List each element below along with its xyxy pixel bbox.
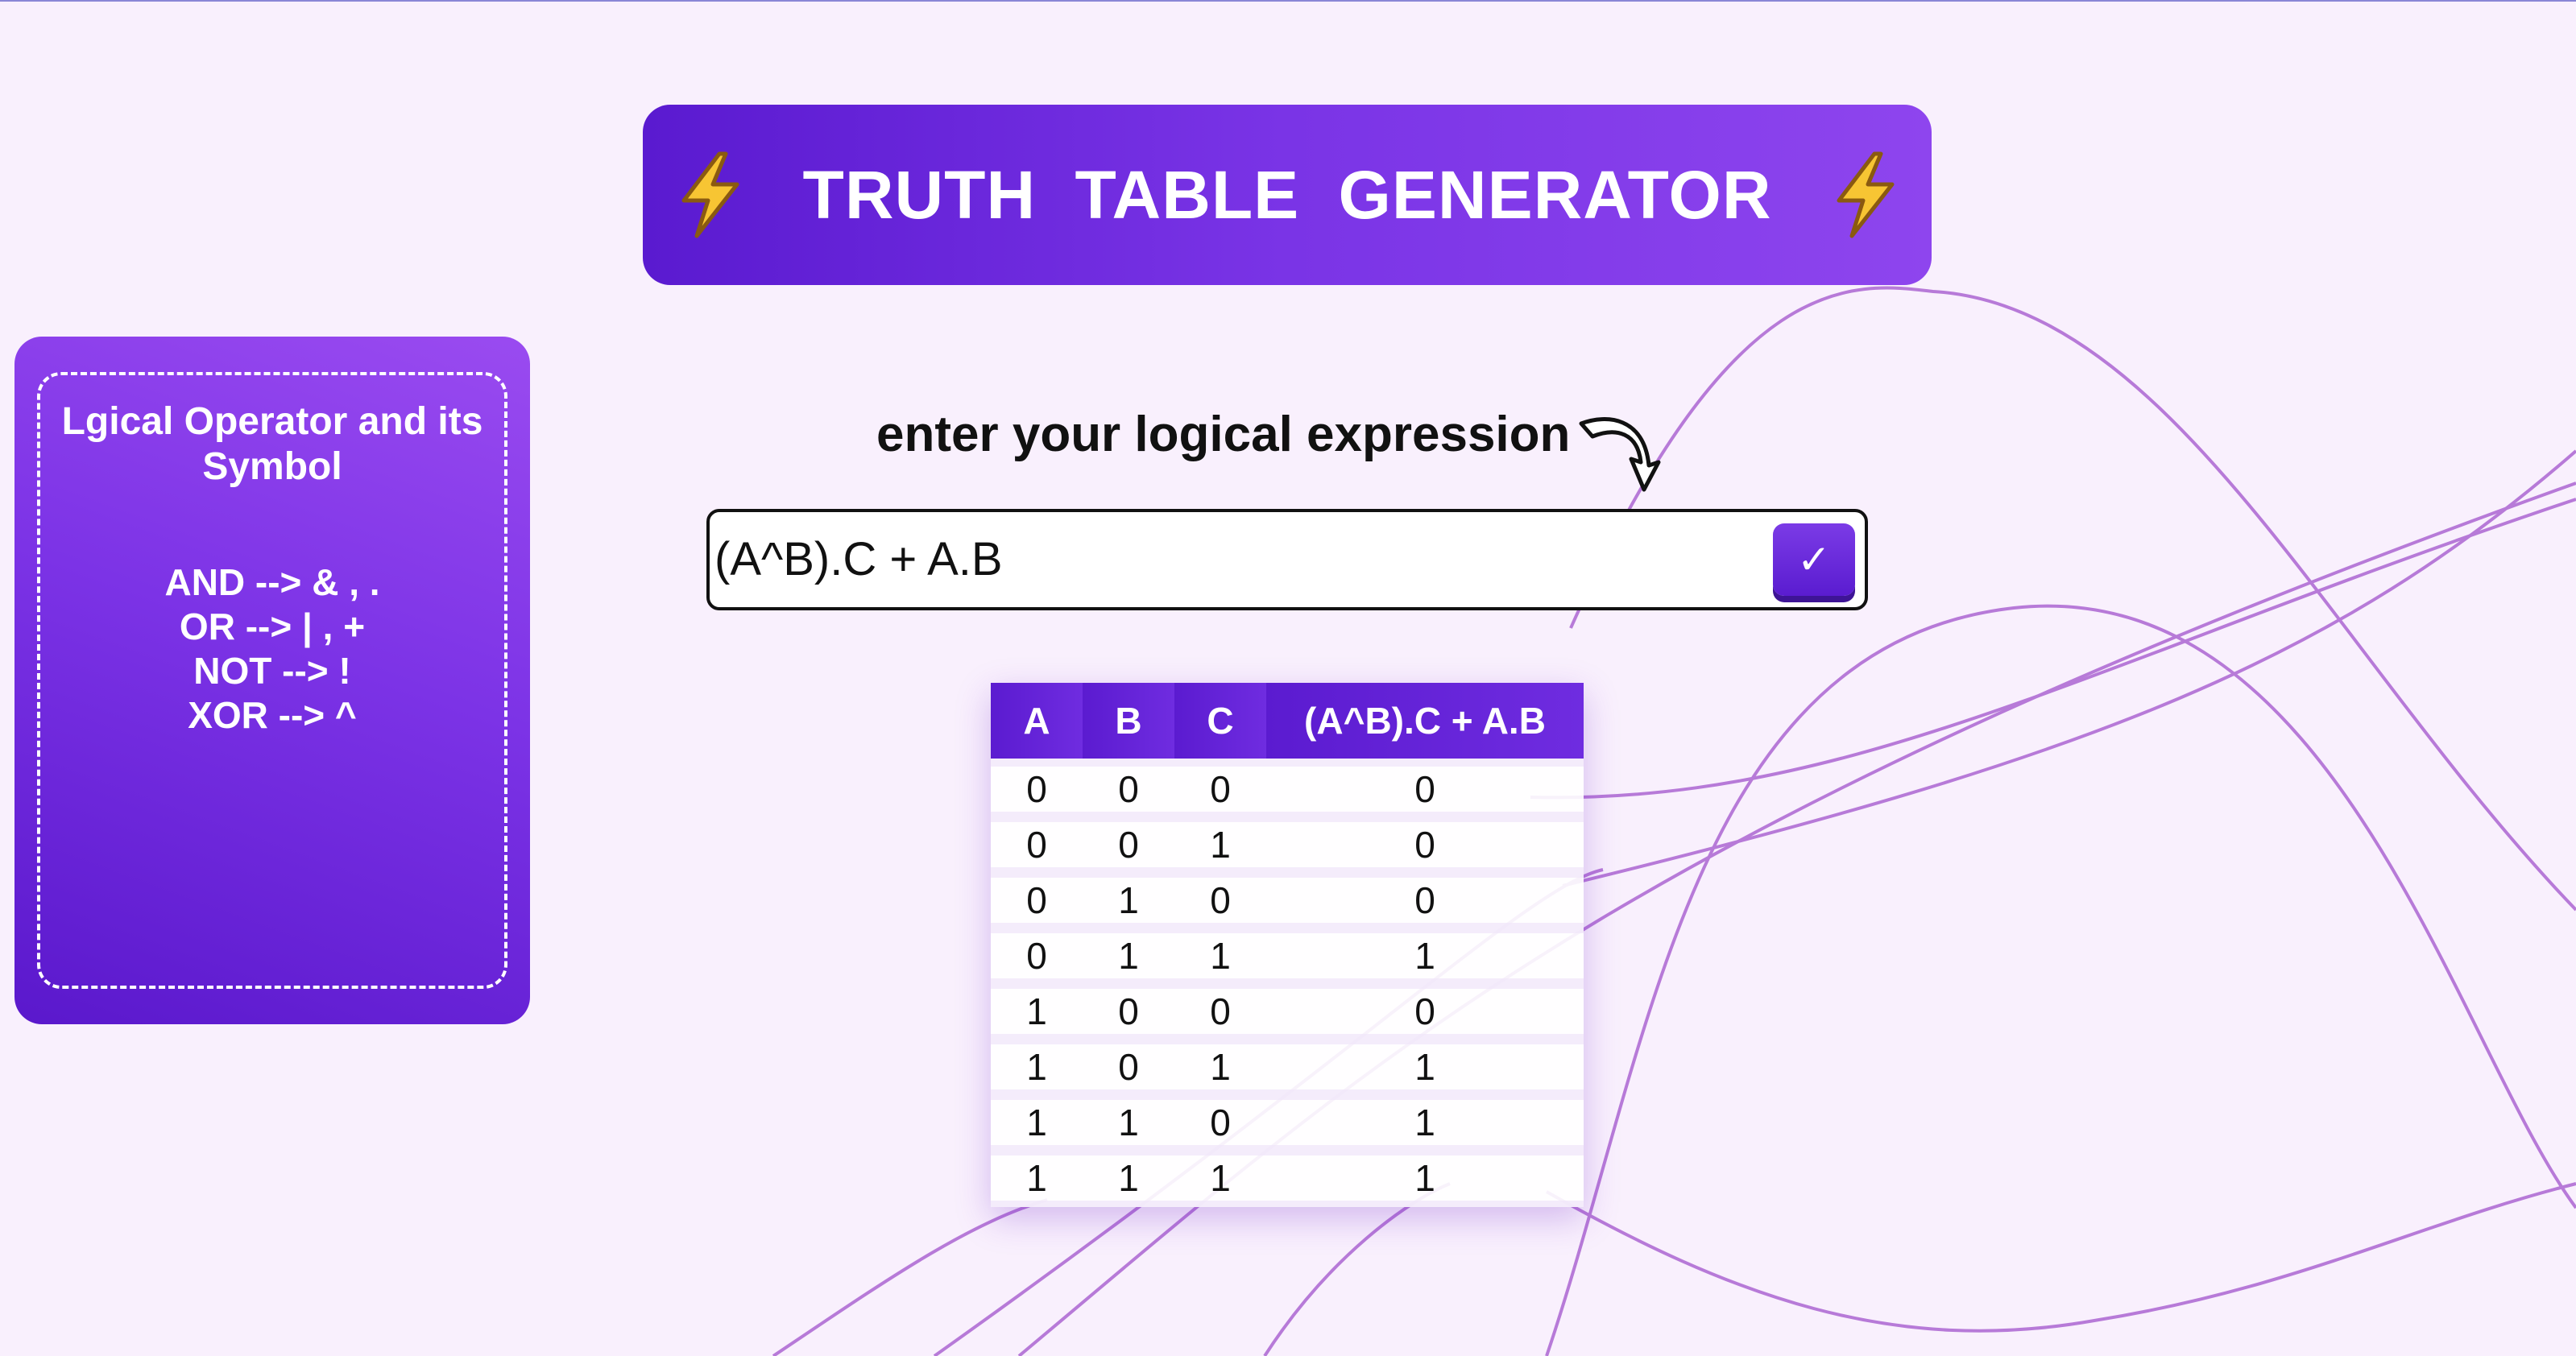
table-header-row: A B C (A^B).C + A.B [991,683,1584,759]
table-cell: 0 [1266,822,1584,878]
table-cell: 1 [1174,1044,1266,1100]
table-cell: 1 [1083,933,1174,989]
table-cell: 1 [991,1155,1083,1207]
operator-and: AND --> & , . [164,561,380,603]
curved-arrow-down-icon [1579,417,1661,492]
table-cell: 0 [991,933,1083,989]
table-cell: 1 [1083,878,1174,933]
title-banner: TRUTH TABLE GENERATOR [643,105,1932,285]
table-cell: 1 [1083,1100,1174,1155]
expression-form: ✓ [706,509,1868,610]
table-row: 0 0 0 0 [991,759,1584,822]
table-cell: 0 [991,878,1083,933]
checkmark-icon: ✓ [1797,537,1831,582]
table-row: 0 0 1 0 [991,822,1584,878]
table-row: 1 1 1 1 [991,1155,1584,1207]
operators-list: AND --> & , . OR --> | , + NOT --> ! XOR… [53,560,491,738]
table-cell: 1 [991,989,1083,1044]
table-cell: 0 [1083,759,1174,822]
table-cell: 0 [991,759,1083,822]
operators-card-title: Lgical Operator and its Symbol [61,400,483,488]
table-cell: 1 [1083,1155,1174,1207]
submit-button[interactable]: ✓ [1773,523,1855,596]
table-row: 0 1 1 1 [991,933,1584,989]
expression-input[interactable] [714,519,1681,599]
table-cell: 0 [1083,989,1174,1044]
table-cell: 1 [1174,933,1266,989]
column-header-expression: (A^B).C + A.B [1266,683,1584,759]
expression-prompt-label: enter your logical expression [876,407,1571,462]
table-row: 0 1 0 0 [991,878,1584,933]
table-cell: 0 [1174,759,1266,822]
truth-table: A B C (A^B).C + A.B 0 0 0 0 0 0 1 0 0 1 [991,683,1584,1207]
table-cell: 1 [1266,1155,1584,1207]
table-cell: 1 [991,1100,1083,1155]
page-title: TRUTH TABLE GENERATOR [802,156,1772,233]
operator-xor: XOR --> ^ [188,694,357,736]
table-cell: 1 [1266,1044,1584,1100]
lightning-bolt-icon [1837,151,1895,238]
table-cell: 1 [1174,1155,1266,1207]
expression-prompt: enter your logical expression [876,403,1663,506]
table-cell: 1 [1266,1100,1584,1155]
table-row: 1 1 0 1 [991,1100,1584,1155]
operators-card-inner: Lgical Operator and its Symbol AND --> &… [37,372,507,989]
truth-table-container: A B C (A^B).C + A.B 0 0 0 0 0 0 1 0 0 1 [991,683,1584,1207]
table-row: 1 0 0 0 [991,989,1584,1044]
table-cell: 1 [991,1044,1083,1100]
operators-card: Lgical Operator and its Symbol AND --> &… [14,337,530,1024]
table-row: 1 0 1 1 [991,1044,1584,1100]
operator-not: NOT --> ! [193,650,351,692]
table-cell: 0 [1266,878,1584,933]
table-cell: 0 [1174,878,1266,933]
operator-or: OR --> | , + [179,606,366,647]
column-header-b: B [1083,683,1174,759]
table-cell: 0 [1083,1044,1174,1100]
table-cell: 0 [1174,989,1266,1044]
table-cell: 0 [991,822,1083,878]
lightning-bolt-icon [681,151,739,238]
table-cell: 1 [1266,933,1584,989]
top-divider [0,0,2576,2]
table-cell: 1 [1174,822,1266,878]
table-cell: 0 [1174,1100,1266,1155]
column-header-a: A [991,683,1083,759]
table-cell: 0 [1083,822,1174,878]
column-header-c: C [1174,683,1266,759]
table-cell: 0 [1266,759,1584,822]
table-cell: 0 [1266,989,1584,1044]
